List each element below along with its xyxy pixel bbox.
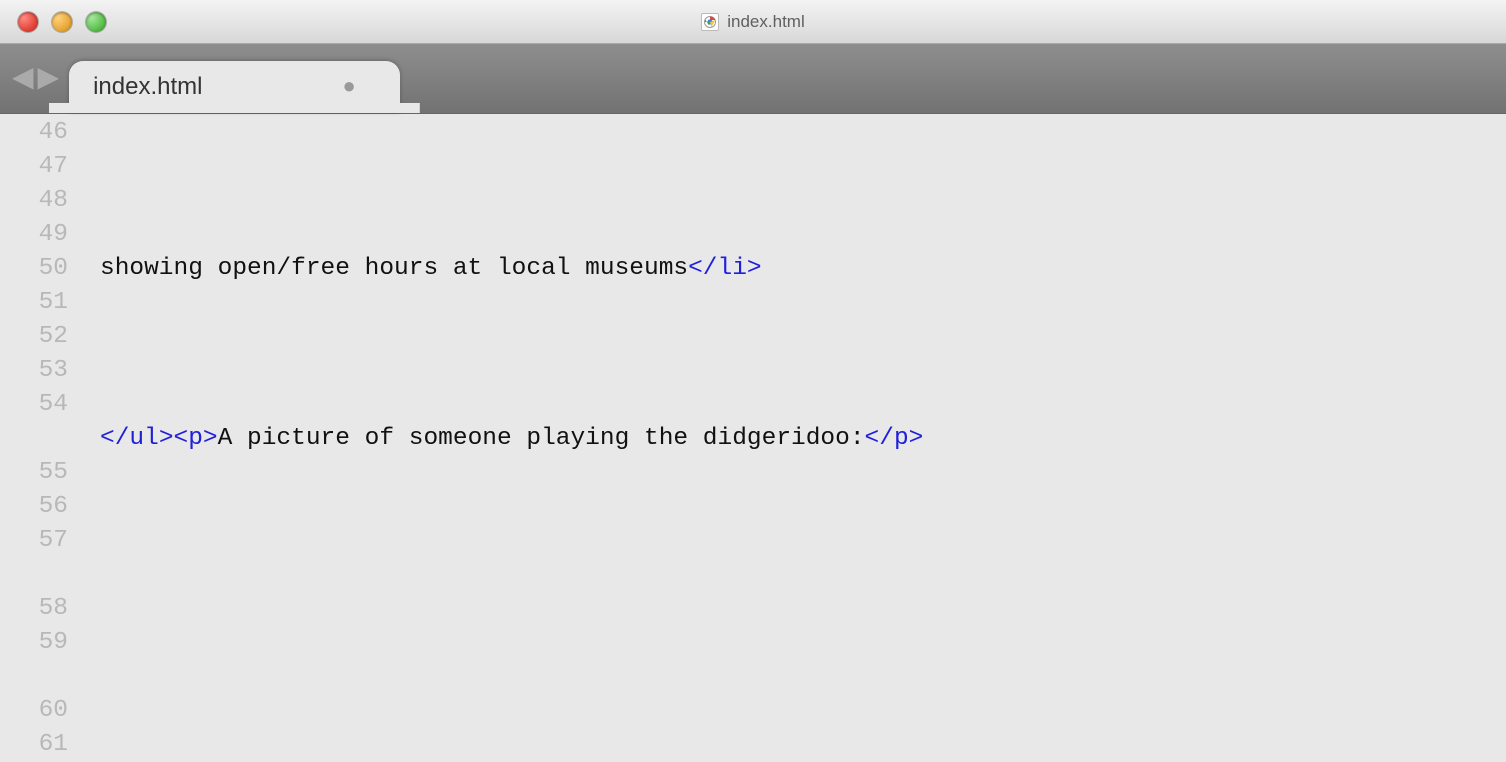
ln: 57: [0, 524, 86, 558]
tab-label: index.html: [93, 75, 202, 99]
ln: 54: [0, 388, 86, 422]
ln: 46: [0, 116, 86, 150]
ln: 52: [0, 320, 86, 354]
window-title: index.html: [0, 13, 1506, 31]
ln: [0, 422, 86, 456]
nav-arrows: ◀ ▶: [12, 60, 59, 95]
ln: 55: [0, 456, 86, 490]
tab-dirty-icon: ●: [342, 75, 355, 100]
window-title-text: index.html: [727, 13, 804, 30]
ln: [0, 558, 86, 592]
ln: 60: [0, 694, 86, 728]
code-line: showing open/free hours at local museums…: [86, 252, 1506, 286]
window-titlebar: index.html: [0, 0, 1506, 44]
ln: 50: [0, 252, 86, 286]
tab-index-html[interactable]: index.html ●: [69, 61, 400, 113]
ln: 48: [0, 184, 86, 218]
nav-back-icon[interactable]: ◀: [12, 60, 34, 95]
ln: 56: [0, 490, 86, 524]
ln: 59: [0, 626, 86, 660]
ln: [0, 660, 86, 694]
ln: 53: [0, 354, 86, 388]
line-gutter: 46 47 48 49 50 51 52 53 54 55 56 57 58 5…: [0, 114, 86, 762]
code-area[interactable]: showing open/free hours at local museums…: [86, 114, 1506, 762]
ln: 61: [0, 728, 86, 762]
code-editor[interactable]: 46 47 48 49 50 51 52 53 54 55 56 57 58 5…: [0, 114, 1506, 762]
nav-forward-icon[interactable]: ▶: [38, 60, 60, 95]
code-line: </ul><p>A picture of someone playing the…: [86, 422, 1506, 456]
ln: 58: [0, 592, 86, 626]
tab-bar: ◀ ▶ index.html ●: [0, 44, 1506, 114]
chrome-favicon-icon: [701, 13, 719, 31]
ln: 47: [0, 150, 86, 184]
ln: 49: [0, 218, 86, 252]
ln: 51: [0, 286, 86, 320]
code-line: [86, 592, 1506, 626]
